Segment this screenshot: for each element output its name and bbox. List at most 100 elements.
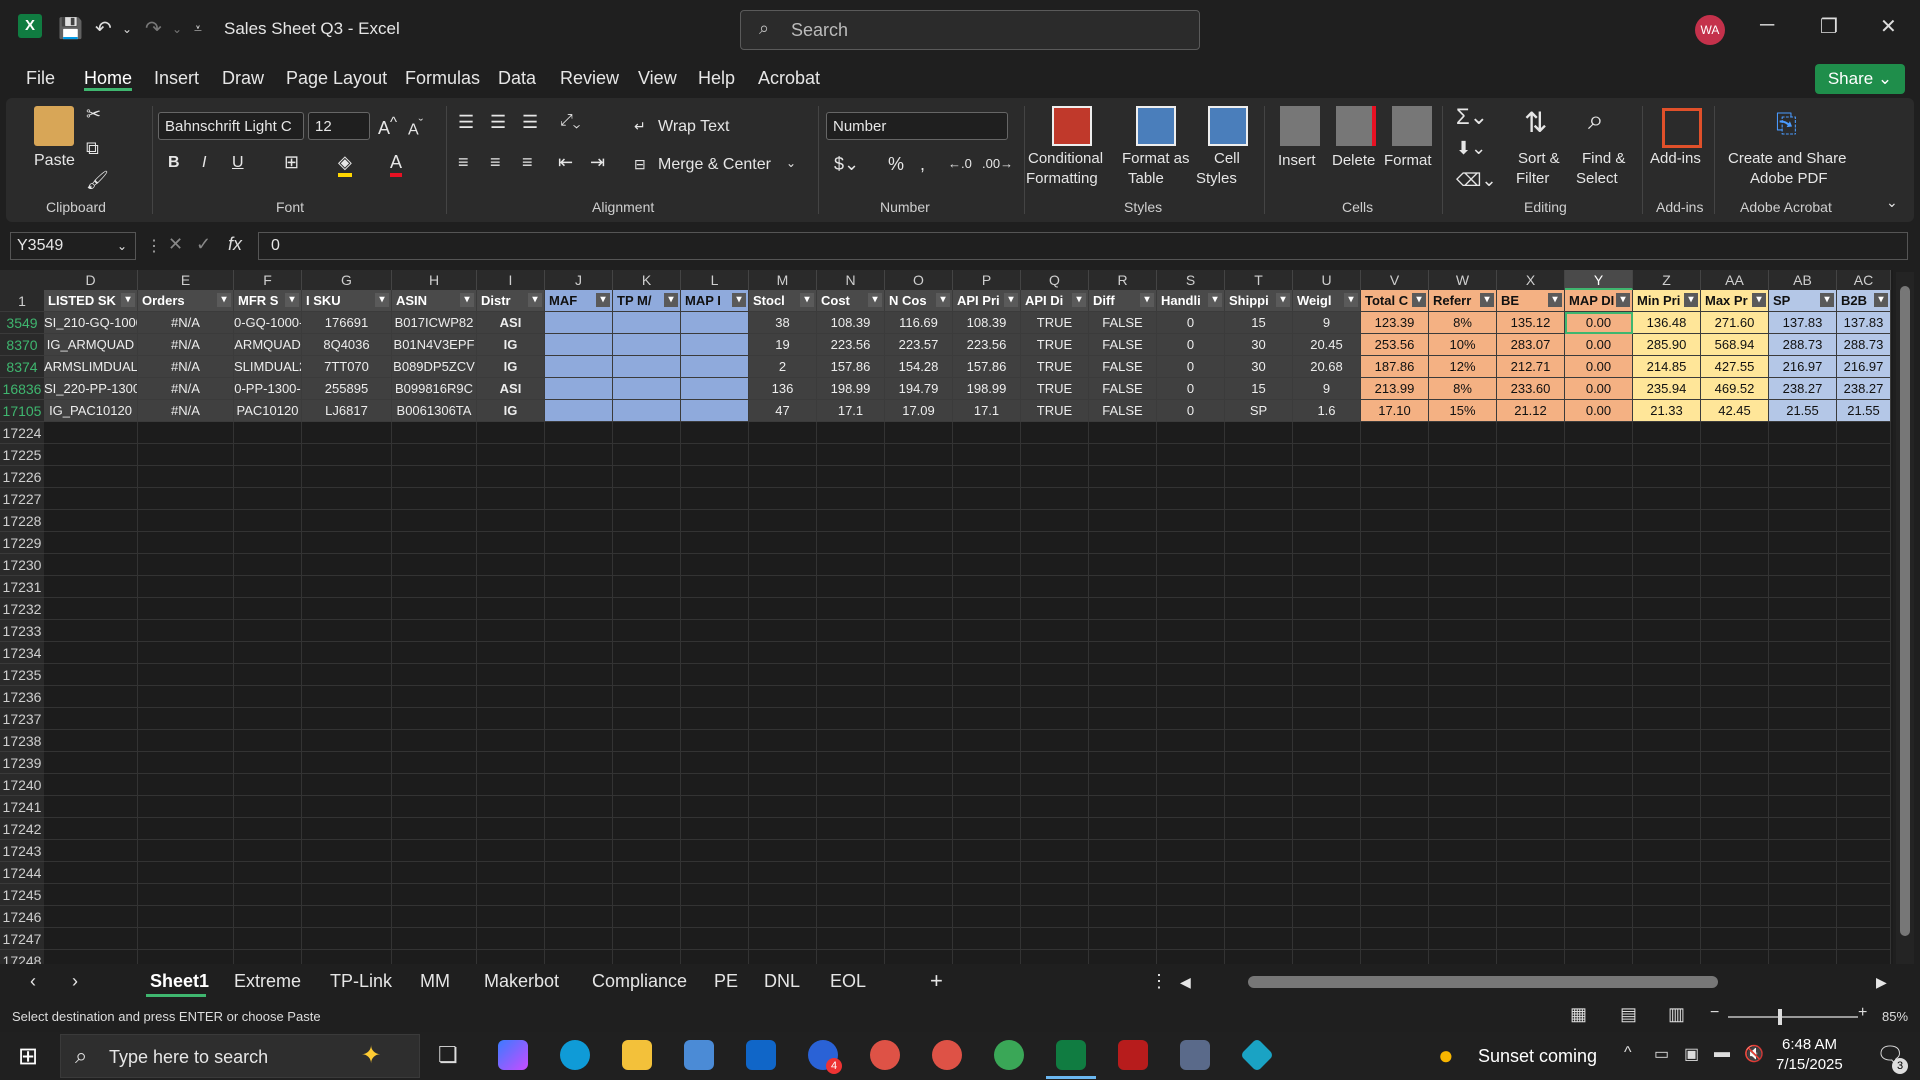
file-explorer-icon[interactable] bbox=[622, 1040, 652, 1070]
tab-home[interactable]: Home bbox=[84, 68, 132, 89]
table-cell[interactable]: 0.00 bbox=[1565, 378, 1633, 400]
sheet-tab-compliance[interactable]: Compliance bbox=[592, 971, 687, 992]
table-header-cell[interactable]: MAP I ▾ bbox=[681, 290, 749, 312]
table-cell[interactable]: 20.45 bbox=[1293, 334, 1361, 356]
font-size-dropdown[interactable]: 12 bbox=[308, 112, 370, 140]
table-cell[interactable]: 21.55 bbox=[1769, 400, 1837, 422]
row-header[interactable]: 17236 bbox=[0, 686, 44, 708]
row-header[interactable]: 17242 bbox=[0, 818, 44, 840]
filter-dropdown-icon[interactable]: ▾ bbox=[936, 293, 950, 307]
show-hidden-icons-icon[interactable]: ^ bbox=[1624, 1044, 1632, 1062]
format-painter-icon[interactable]: 🖌 bbox=[86, 170, 109, 191]
table-cell[interactable]: 38 bbox=[749, 312, 817, 334]
table-cell[interactable]: 7TT070 bbox=[302, 356, 392, 378]
share-button[interactable]: Share ⌄ bbox=[1815, 64, 1905, 94]
taskbar-search[interactable]: ⌕ Type here to search ✦ bbox=[60, 1034, 420, 1078]
table-cell[interactable]: 19 bbox=[749, 334, 817, 356]
table-cell[interactable]: FALSE bbox=[1089, 334, 1157, 356]
zoom-slider[interactable] bbox=[1728, 1016, 1858, 1018]
row-header[interactable]: 17226 bbox=[0, 466, 44, 488]
copilot-app-icon[interactable] bbox=[498, 1040, 528, 1070]
table-cell[interactable] bbox=[681, 400, 749, 422]
normal-view-icon[interactable]: ▦ bbox=[1570, 1004, 1587, 1025]
table-cell[interactable] bbox=[681, 312, 749, 334]
create-pdf-label-2[interactable]: Adobe PDF bbox=[1750, 170, 1828, 187]
row-header[interactable]: 17232 bbox=[0, 598, 44, 620]
table-cell[interactable]: 198.99 bbox=[953, 378, 1021, 400]
row-header[interactable]: 17246 bbox=[0, 906, 44, 928]
filter-dropdown-icon[interactable]: ▾ bbox=[1752, 293, 1766, 307]
row-header[interactable]: 17230 bbox=[0, 554, 44, 576]
collapse-ribbon-icon[interactable]: ⌄ bbox=[1886, 194, 1898, 211]
table-cell[interactable]: SLIMDUAL2L bbox=[234, 356, 302, 378]
row-header[interactable]: 17239 bbox=[0, 752, 44, 774]
table-cell[interactable]: #N/A bbox=[138, 334, 234, 356]
column-header-r[interactable]: R bbox=[1089, 270, 1157, 290]
table-cell[interactable] bbox=[545, 356, 613, 378]
paste-button[interactable]: Paste bbox=[34, 152, 75, 170]
table-header-cell[interactable]: Distr ▾ bbox=[477, 290, 545, 312]
cancel-entry-icon[interactable]: ✕ bbox=[168, 234, 183, 255]
column-header-h[interactable]: H bbox=[392, 270, 477, 290]
table-cell[interactable]: 9 bbox=[1293, 378, 1361, 400]
cell-styles-label-1[interactable]: Cell bbox=[1214, 150, 1240, 167]
align-left-icon[interactable]: ≡ bbox=[458, 152, 469, 173]
row-header[interactable]: 17234 bbox=[0, 642, 44, 664]
table-cell[interactable]: 108.39 bbox=[817, 312, 885, 334]
row-header[interactable]: 8374 bbox=[0, 356, 44, 378]
filter-dropdown-icon[interactable]: ▾ bbox=[460, 293, 474, 307]
table-cell[interactable]: 214.85 bbox=[1633, 356, 1701, 378]
row-header[interactable]: 17237 bbox=[0, 708, 44, 730]
insert-function-icon[interactable]: fx bbox=[228, 234, 242, 255]
sheet-tab-sheet1[interactable]: Sheet1 bbox=[150, 971, 209, 992]
table-header-cell[interactable]: Cost ▾ bbox=[817, 290, 885, 312]
column-header-g[interactable]: G bbox=[302, 270, 392, 290]
table-cell[interactable]: ARMSLIMDUAL2U bbox=[44, 356, 138, 378]
table-header-cell[interactable]: Min Pri ▾ bbox=[1633, 290, 1701, 312]
device-icon[interactable]: ▣ bbox=[1684, 1044, 1699, 1064]
top-align-icon[interactable]: ☰ bbox=[458, 112, 474, 133]
column-header-f[interactable]: F bbox=[234, 270, 302, 290]
table-cell[interactable] bbox=[681, 356, 749, 378]
table-cell[interactable]: 0 bbox=[1157, 378, 1225, 400]
table-cell[interactable]: 20.68 bbox=[1293, 356, 1361, 378]
filter-dropdown-icon[interactable]: ▾ bbox=[596, 293, 610, 307]
table-cell[interactable]: 216.97 bbox=[1837, 356, 1891, 378]
filter-dropdown-icon[interactable]: ▾ bbox=[1072, 293, 1086, 307]
table-cell[interactable]: 233.60 bbox=[1497, 378, 1565, 400]
table-header-cell[interactable]: API Pri ▾ bbox=[953, 290, 1021, 312]
customize-qat-icon[interactable]: ⩡ bbox=[194, 20, 202, 37]
table-cell[interactable]: 30 bbox=[1225, 356, 1293, 378]
tab-formulas[interactable]: Formulas bbox=[405, 68, 480, 89]
zoom-in-icon[interactable]: + bbox=[1858, 1004, 1867, 1022]
wrap-text-button[interactable]: Wrap Text bbox=[658, 118, 729, 136]
table-cell[interactable] bbox=[545, 334, 613, 356]
more-options-icon[interactable]: ⋮ bbox=[146, 236, 162, 256]
table-cell[interactable]: ASI bbox=[477, 312, 545, 334]
table-cell[interactable]: 187.86 bbox=[1361, 356, 1429, 378]
table-cell[interactable]: TRUE bbox=[1021, 400, 1089, 422]
table-cell[interactable] bbox=[545, 400, 613, 422]
table-cell[interactable]: IG bbox=[477, 334, 545, 356]
font-color-icon[interactable]: A bbox=[390, 152, 403, 177]
column-header-e[interactable]: E bbox=[138, 270, 234, 290]
column-header-q[interactable]: Q bbox=[1021, 270, 1089, 290]
clear-icon[interactable]: ⌫⌄ bbox=[1456, 170, 1497, 191]
column-header-l[interactable]: L bbox=[681, 270, 749, 290]
table-cell[interactable]: 30 bbox=[1225, 334, 1293, 356]
table-cell[interactable]: FALSE bbox=[1089, 312, 1157, 334]
table-cell[interactable] bbox=[613, 378, 681, 400]
table-header-cell[interactable]: API Di ▾ bbox=[1021, 290, 1089, 312]
conditional-formatting-label-2[interactable]: Formatting bbox=[1026, 170, 1098, 187]
table-cell[interactable]: #N/A bbox=[138, 378, 234, 400]
column-header-i[interactable]: I bbox=[477, 270, 545, 290]
filter-dropdown-icon[interactable]: ▾ bbox=[800, 293, 814, 307]
table-cell[interactable] bbox=[681, 378, 749, 400]
undo-icon[interactable]: ↶ bbox=[95, 16, 112, 41]
fill-icon[interactable]: ⬇⌄ bbox=[1456, 138, 1486, 159]
table-cell[interactable]: 8Q4036 bbox=[302, 334, 392, 356]
outlook-app-icon[interactable] bbox=[746, 1040, 776, 1070]
column-header-y[interactable]: Y bbox=[1565, 270, 1633, 290]
filter-dropdown-icon[interactable]: ▾ bbox=[1874, 293, 1888, 307]
table-cell[interactable]: 212.71 bbox=[1497, 356, 1565, 378]
